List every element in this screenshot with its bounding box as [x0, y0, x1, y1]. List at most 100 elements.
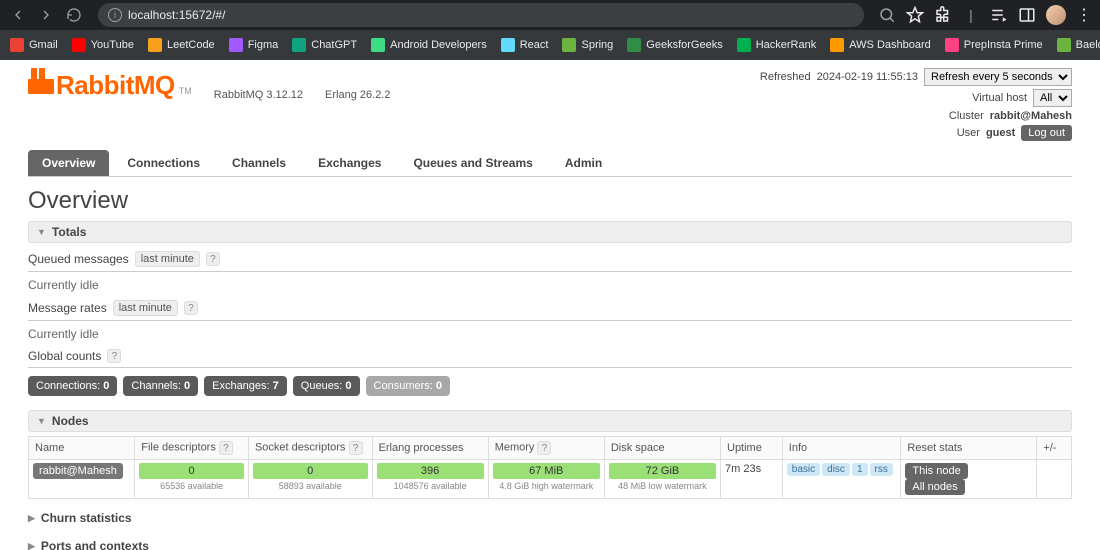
cluster-label: Cluster	[949, 110, 984, 122]
bookmark-item[interactable]: HackerRank	[737, 38, 817, 52]
count-badge-exchanges[interactable]: Exchanges: 7	[204, 376, 287, 396]
extensions-icon[interactable]	[934, 6, 952, 24]
info-cell: basicdisc1rss	[782, 460, 901, 499]
bookmark-label: YouTube	[91, 39, 134, 51]
nav-reload-button[interactable]	[64, 5, 84, 25]
column-header: Erlang processes	[372, 437, 488, 460]
refresh-interval-select[interactable]: Refresh every 5 seconds	[924, 68, 1072, 86]
metric-cell: 058893 available	[248, 460, 372, 499]
info-tag[interactable]: rss	[870, 463, 893, 476]
metric-sub: 4.8 GiB high watermark	[493, 481, 600, 491]
bookmark-label: AWS Dashboard	[849, 39, 931, 51]
site-info-icon[interactable]: i	[108, 8, 122, 22]
count-label: Queues:	[301, 380, 346, 392]
page-title: Overview	[28, 187, 1072, 215]
bookmark-favicon	[1057, 38, 1071, 52]
browser-right-icons: | ⋮	[878, 5, 1092, 25]
expand-cell[interactable]	[1037, 460, 1072, 499]
cluster-value: rabbit@Mahesh	[990, 110, 1072, 122]
collapsed-section-ports-and-contexts[interactable]: ▶Ports and contexts	[28, 537, 1072, 550]
search-icon[interactable]	[878, 6, 896, 24]
global-counts-label: Global counts	[28, 349, 101, 363]
totals-label: Totals	[52, 225, 86, 239]
metric-cell: 065536 available	[135, 460, 249, 499]
info-tag[interactable]: 1	[852, 463, 868, 476]
count-label: Consumers:	[374, 380, 436, 392]
nav-back-button[interactable]	[8, 5, 28, 25]
tab-overview[interactable]: Overview	[28, 150, 109, 176]
help-icon[interactable]: ?	[107, 349, 121, 363]
refreshed-label: Refreshed	[760, 71, 811, 83]
reset-button[interactable]: All nodes	[905, 479, 964, 495]
bookmark-label: React	[520, 39, 549, 51]
tab-connections[interactable]: Connections	[113, 150, 214, 176]
nodes-section-header[interactable]: ▼ Nodes	[28, 410, 1072, 432]
bookmark-item[interactable]: Figma	[229, 38, 279, 52]
bookmark-label: GeeksforGeeks	[646, 39, 722, 51]
tab-queues-and-streams[interactable]: Queues and Streams	[399, 150, 546, 176]
bookmark-item[interactable]: React	[501, 38, 549, 52]
bookmark-item[interactable]: LeetCode	[148, 38, 215, 52]
count-badge-queues[interactable]: Queues: 0	[293, 376, 360, 396]
bookmark-favicon	[10, 38, 24, 52]
trademark: TM	[179, 86, 192, 96]
info-tag[interactable]: basic	[787, 463, 820, 476]
bookmark-favicon	[72, 38, 86, 52]
node-name-link[interactable]: rabbit@Mahesh	[33, 463, 123, 479]
browser-menu-icon[interactable]: ⋮	[1076, 5, 1092, 25]
bookmark-item[interactable]: GeeksforGeeks	[627, 38, 722, 52]
bookmark-item[interactable]: Baeldung	[1057, 38, 1100, 52]
user-value: guest	[986, 127, 1015, 139]
queued-messages-label: Queued messages	[28, 252, 129, 266]
profile-avatar[interactable]	[1046, 5, 1066, 25]
media-icon[interactable]	[990, 6, 1008, 24]
rates-range-select[interactable]: last minute	[113, 300, 178, 316]
nodes-table: NameFile descriptors ?Socket descriptors…	[28, 436, 1072, 499]
bookmark-item[interactable]: YouTube	[72, 38, 134, 52]
count-label: Exchanges:	[212, 380, 273, 392]
tab-channels[interactable]: Channels	[218, 150, 300, 176]
rabbitmq-logo[interactable]: RabbitMQ TM	[28, 68, 192, 101]
bookmark-favicon	[148, 38, 162, 52]
address-bar[interactable]: i localhost:15672/#/	[98, 3, 864, 27]
metric-cell: 72 GiB48 MiB low watermark	[604, 460, 720, 499]
count-value: 0	[345, 380, 351, 392]
count-badge-channels[interactable]: Channels: 0	[123, 376, 198, 396]
bookmark-item[interactable]: Spring	[562, 38, 613, 52]
column-header: Memory ?	[488, 437, 604, 460]
bookmark-label: ChatGPT	[311, 39, 357, 51]
metric-value: 67 MiB	[493, 463, 600, 479]
tab-exchanges[interactable]: Exchanges	[304, 150, 395, 176]
count-badge-consumers[interactable]: Consumers: 0	[366, 376, 450, 396]
vhost-select[interactable]: All	[1033, 89, 1072, 107]
count-value: 7	[273, 380, 279, 392]
bookmark-star-icon[interactable]	[906, 6, 924, 24]
queued-range-select[interactable]: last minute	[135, 251, 200, 267]
bookmark-item[interactable]: AWS Dashboard	[830, 38, 931, 52]
logout-button[interactable]: Log out	[1021, 125, 1072, 141]
reset-button[interactable]: This node	[905, 463, 967, 479]
bookmark-favicon	[371, 38, 385, 52]
bookmark-label: Baeldung	[1076, 39, 1100, 51]
totals-section-header[interactable]: ▼ Totals	[28, 221, 1072, 243]
nav-forward-button[interactable]	[36, 5, 56, 25]
help-icon[interactable]: ?	[184, 301, 198, 315]
bookmark-item[interactable]: Android Developers	[371, 38, 487, 52]
tab-admin[interactable]: Admin	[551, 150, 616, 176]
collapsed-section-churn-statistics[interactable]: ▶Churn statistics	[28, 509, 1072, 527]
bookmark-item[interactable]: PrepInsta Prime	[945, 38, 1043, 52]
bookmark-favicon	[830, 38, 844, 52]
bookmark-item[interactable]: ChatGPT	[292, 38, 357, 52]
info-tag[interactable]: disc	[822, 463, 850, 476]
separator: |	[962, 6, 980, 24]
panel-icon[interactable]	[1018, 6, 1036, 24]
help-icon[interactable]: ?	[349, 441, 363, 455]
help-icon[interactable]: ?	[537, 441, 551, 455]
help-icon[interactable]: ?	[219, 441, 233, 455]
bookmark-item[interactable]: Gmail	[10, 38, 58, 52]
count-badge-connections[interactable]: Connections: 0	[28, 376, 117, 396]
help-icon[interactable]: ?	[206, 252, 220, 266]
metric-cell: 67 MiB 4.8 GiB high watermark	[488, 460, 604, 499]
vhost-label: Virtual host	[972, 92, 1027, 104]
page-viewport[interactable]: RabbitMQ TM RabbitMQ 3.12.12 Erlang 26.2…	[0, 60, 1100, 550]
